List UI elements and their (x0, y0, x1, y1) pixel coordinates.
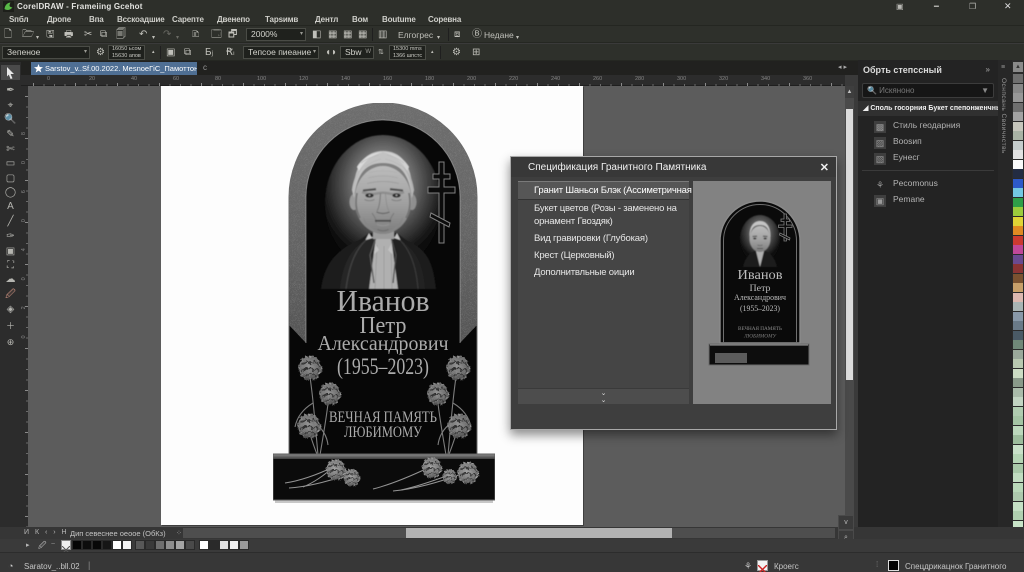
svg-text:Петр: Петр (750, 283, 772, 293)
svg-text:ЛЮБИМОМУ: ЛЮБИМОМУ (743, 334, 777, 340)
svg-text:Иванов: Иванов (738, 268, 783, 283)
svg-text:ВЕЧНАЯ ПАМЯТЬ: ВЕЧНАЯ ПАМЯТЬ (738, 326, 782, 332)
svg-text:(1955–2023): (1955–2023) (740, 303, 780, 313)
svg-text:Александрович: Александрович (734, 293, 786, 302)
